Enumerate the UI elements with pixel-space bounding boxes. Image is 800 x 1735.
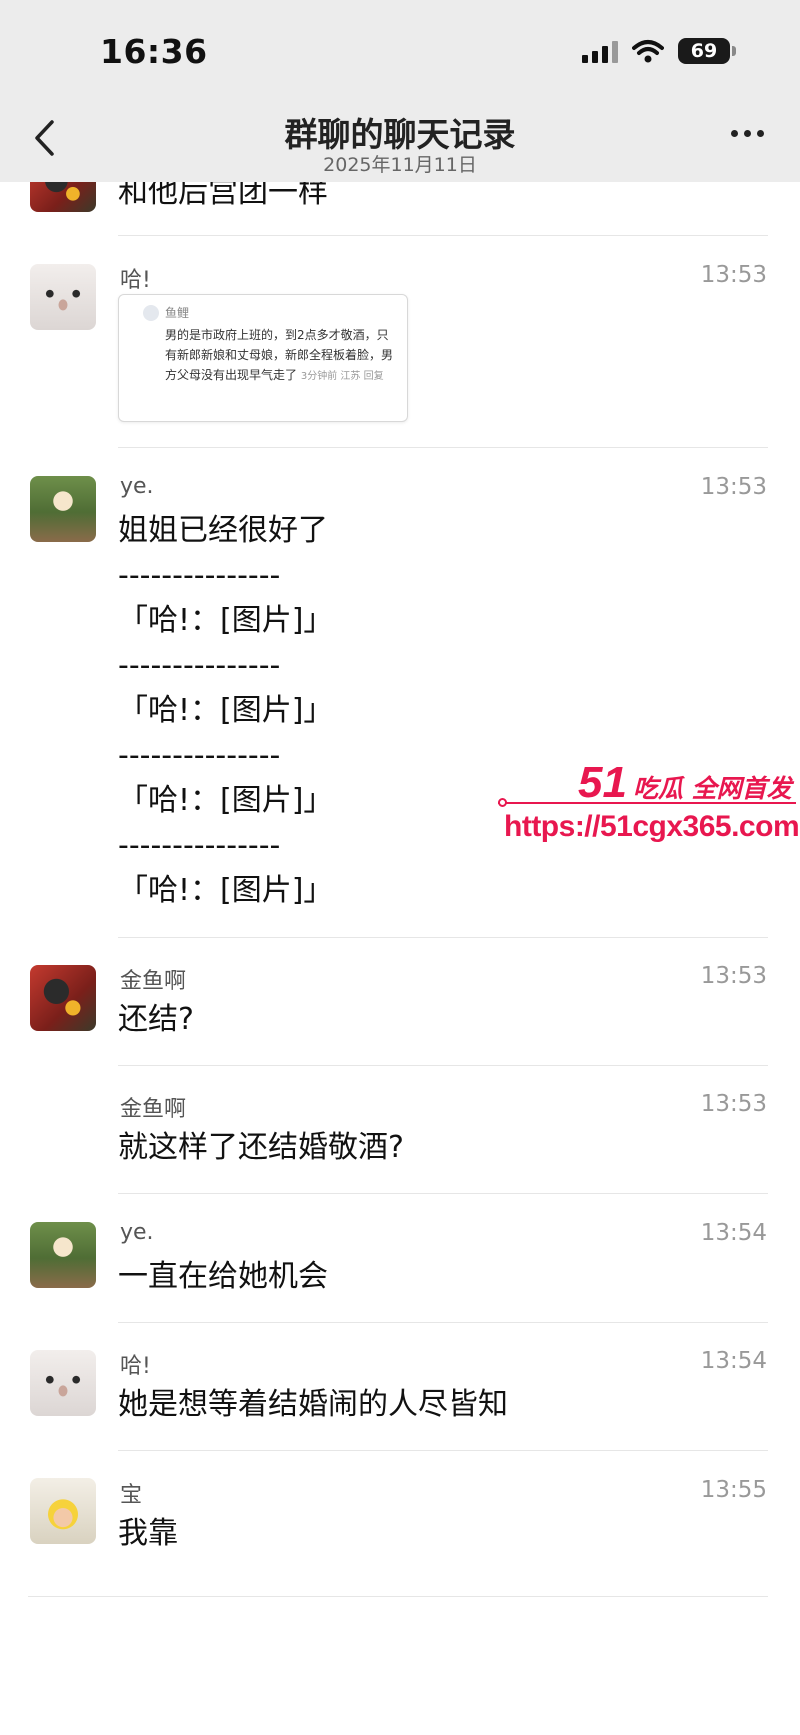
message-line: --------------- [118, 558, 281, 593]
divider [28, 1596, 768, 1597]
nav-header: 16:36 69 群聊的聊天记录 2025年11月11日 [0, 0, 800, 182]
quoted-image-card[interactable]: 鱼鲤 男的是市政府上班的，到2点多才敬酒，只有新郎新娘和丈母娘，新郎全程板着脸，… [118, 294, 408, 422]
divider [118, 235, 768, 236]
sender-name: 哈! [120, 268, 151, 293]
sender-name: ye. [120, 474, 154, 499]
message-time: 13:53 [700, 474, 767, 500]
divider [118, 937, 768, 938]
divider [118, 1065, 768, 1066]
message-time: 13:54 [700, 1348, 767, 1374]
divider [118, 447, 768, 448]
sender-name: 宝 [120, 1483, 143, 1508]
message-line: 姐姐已经很好了 [118, 513, 328, 548]
sender-name: 金鱼啊 [120, 969, 187, 994]
flower-avatar[interactable] [30, 965, 96, 1031]
message-line: 「哈!：[图片]」 [118, 693, 334, 728]
message-text: 就这样了还结婚敬酒? [118, 1130, 404, 1165]
watermark-brand: 51 吃瓜 全网首发 [578, 758, 792, 808]
divider [118, 1193, 768, 1194]
watermark-brand-number: 51 [578, 758, 627, 807]
status-icons: 69 [582, 38, 736, 64]
divider [118, 1322, 768, 1323]
page-title: 群聊的聊天记录 [284, 115, 516, 154]
message-line: --------------- [118, 648, 281, 683]
message-text: 我靠 [118, 1516, 178, 1551]
sender-name: 哈! [120, 1354, 151, 1379]
cat-avatar[interactable] [30, 1350, 96, 1416]
watermark-dot [498, 798, 507, 807]
card-meta: 3分钟前 江苏 回复 [300, 371, 384, 382]
sender-name: ye. [120, 1220, 154, 1245]
message-text: 还结? [118, 1002, 194, 1037]
message-line: 「哈!：[图片]」 [118, 603, 334, 638]
watermark-line [498, 802, 796, 804]
message-text: 她是想等着结婚闹的人尽皆知 [118, 1387, 508, 1422]
page-date: 2025年11月11日 [323, 154, 477, 176]
baby-avatar[interactable] [30, 1478, 96, 1544]
divider [118, 1450, 768, 1451]
message-time: 13:53 [700, 262, 767, 288]
message-text: 一直在给她机会 [118, 1259, 328, 1294]
card-text: 男的是市政府上班的，到2点多才敬酒，只有新郎新娘和丈母娘，新郎全程板着脸，男方父… [165, 325, 397, 387]
message-time: 13:55 [700, 1477, 767, 1503]
more-dot [757, 130, 764, 137]
watermark-brand-text: 吃瓜 全网首发 [632, 774, 792, 803]
more-options-button[interactable] [725, 124, 770, 143]
card-author: 鱼鲤 [165, 306, 190, 320]
watermark: 51 吃瓜 全网首发 https://51cgx365.com [498, 758, 800, 858]
wifi-icon [632, 40, 664, 63]
more-dot [744, 130, 751, 137]
cat-avatar[interactable] [30, 264, 96, 330]
sender-name: 金鱼啊 [120, 1097, 187, 1122]
cellular-signal-icon [582, 39, 618, 63]
watermark-url: https://51cgx365.com [504, 810, 800, 843]
more-dot [731, 130, 738, 137]
battery-icon: 69 [678, 38, 736, 64]
status-time: 16:36 [100, 32, 208, 71]
message-time: 13:53 [700, 1091, 767, 1117]
girl-avatar[interactable] [30, 1222, 96, 1288]
message-time: 13:53 [700, 963, 767, 989]
message-time: 13:54 [700, 1220, 767, 1246]
message-line: 「哈!：[图片]」 [118, 783, 334, 818]
girl-avatar[interactable] [30, 476, 96, 542]
message-line: --------------- [118, 828, 281, 863]
card-avatar [143, 305, 159, 321]
message-line: --------------- [118, 738, 281, 773]
message-line: 「哈!：[图片]」 [118, 873, 334, 908]
